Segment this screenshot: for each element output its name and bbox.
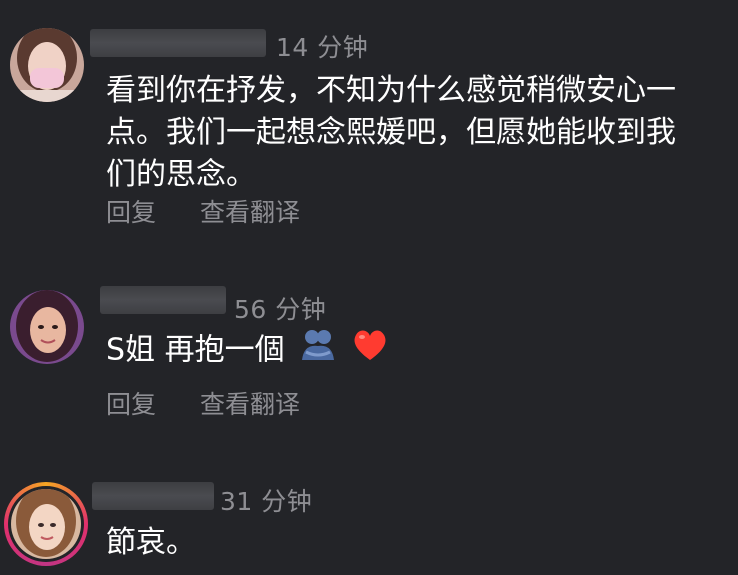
hugging-people-icon [300, 328, 336, 374]
comment-text-line: 们的思念。 [106, 157, 256, 192]
comment-time: 14 分钟 [276, 33, 369, 62]
comment-text: S姐 再抱一個 [106, 328, 726, 374]
comment-text-line: 節哀。 [106, 525, 196, 560]
comment-actions: 回复 查看翻译 [106, 193, 336, 229]
avatar-with-story-ring[interactable] [4, 482, 88, 566]
comment-text: 節哀。 [106, 522, 726, 564]
comment-time: 31 分钟 [220, 487, 313, 516]
username-redacted[interactable] [90, 29, 266, 57]
avatar-image [10, 28, 84, 102]
comment-actions: 回复 查看翻译 [106, 385, 336, 421]
comment-text-line: 看到你在抒发，不知为什么感觉稍微安心一 [106, 73, 676, 108]
translate-button[interactable]: 查看翻译 [200, 390, 300, 419]
comment-time: 56 分钟 [234, 295, 327, 324]
translate-button[interactable]: 查看翻译 [200, 198, 300, 227]
comment-text: 看到你在抒发，不知为什么感觉稍微安心一 点。我们一起想念熙媛吧，但愿她能收到我 … [106, 70, 726, 196]
avatar[interactable] [10, 28, 84, 102]
reply-button[interactable]: 回复 [106, 198, 156, 227]
username-redacted[interactable] [92, 482, 214, 510]
avatar[interactable] [10, 290, 84, 364]
avatar-image [11, 489, 81, 559]
avatar-image [10, 290, 84, 364]
reply-button[interactable]: 回复 [106, 390, 156, 419]
comment-text-line: 点。我们一起想念熙媛吧，但愿她能收到我 [106, 115, 676, 150]
comment-text-line: S姐 再抱一個 [106, 332, 285, 368]
red-heart-icon [352, 328, 388, 374]
username-redacted[interactable] [100, 286, 226, 314]
comment-list: 14 分钟 看到你在抒发，不知为什么感觉稍微安心一 点。我们一起想念熙媛吧，但愿… [0, 0, 738, 575]
